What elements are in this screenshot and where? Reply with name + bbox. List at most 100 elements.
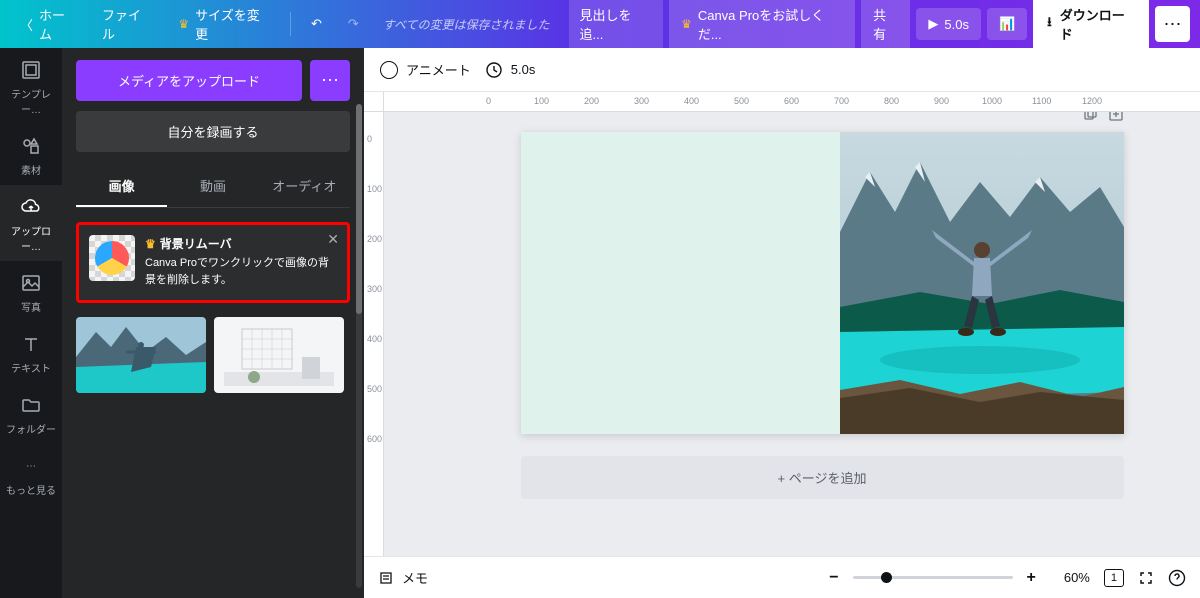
close-promo-button[interactable]: ✕: [327, 231, 339, 248]
upload-thumb[interactable]: [76, 317, 206, 393]
upload-media-button[interactable]: メディアをアップロード: [76, 60, 302, 101]
insights-button[interactable]: 📊: [987, 8, 1027, 40]
rail-label: テキスト: [11, 360, 51, 375]
download-label: ダウンロード: [1060, 5, 1135, 43]
panel-scrollbar[interactable]: [356, 104, 362, 588]
canvas-scroll[interactable]: + ページを追加: [384, 112, 1200, 556]
placed-image[interactable]: [840, 132, 1124, 434]
zoom-slider[interactable]: [853, 576, 1013, 579]
rail-label: もっと見る: [6, 482, 56, 497]
stage-wrapper: アニメート 5.0s 0 100 200 300 400 500 600 700…: [364, 48, 1200, 598]
duplicate-page-button[interactable]: [1082, 112, 1098, 122]
download-button[interactable]: ⭳ ダウンロード: [1033, 0, 1149, 51]
rail-folder[interactable]: フォルダー: [0, 383, 62, 444]
ellipsis-icon: ⋯: [1164, 14, 1182, 35]
uploaded-thumbnails: [76, 317, 350, 393]
ellipsis-icon: ⋯: [321, 70, 339, 91]
ruler-vertical: 0 100 200 300 400 500 600: [364, 112, 384, 556]
rail-more[interactable]: ⋯もっと見る: [0, 444, 62, 505]
add-page-bar[interactable]: + ページを追加: [521, 456, 1124, 499]
resize-button[interactable]: ♛ サイズを変更: [168, 0, 280, 49]
rail-photos[interactable]: 写真: [0, 261, 62, 322]
animate-icon: [380, 61, 398, 79]
download-icon: ⭳: [1047, 13, 1052, 35]
rail-label: 素材: [21, 162, 41, 177]
redo-icon: ↷: [348, 16, 359, 32]
chevron-left-icon: 〈: [20, 15, 33, 34]
save-status: すべての変更は保存されました: [375, 16, 558, 33]
play-time-label: 5.0s: [944, 17, 969, 32]
cloud-upload-icon: [19, 195, 43, 219]
zoom-out-button[interactable]: −: [829, 569, 838, 587]
design-title-input[interactable]: 見出しを追...: [569, 0, 663, 50]
try-pro-label: Canva Proをお試しくだ...: [698, 5, 843, 43]
color-ball-icon: [95, 241, 129, 275]
promo-thumbnail: [89, 235, 135, 281]
duration-button[interactable]: 5.0s: [485, 61, 536, 79]
animate-button[interactable]: アニメート: [380, 60, 471, 79]
ruler-horizontal: 0 100 200 300 400 500 600 700 800 900 10…: [384, 92, 1200, 112]
record-self-button[interactable]: 自分を録画する: [76, 111, 350, 152]
file-label: ファイル: [102, 5, 152, 43]
crown-icon: ♛: [681, 17, 692, 31]
zoom-level[interactable]: 60%: [1050, 570, 1090, 585]
design-page[interactable]: [521, 132, 1124, 434]
tab-video[interactable]: 動画: [167, 166, 258, 207]
play-icon: ▶: [928, 16, 938, 32]
home-label: ホーム: [39, 5, 76, 43]
redo-button[interactable]: ↷: [338, 10, 369, 38]
page-indicator[interactable]: 1: [1104, 569, 1124, 587]
rail-text[interactable]: テキスト: [0, 322, 62, 383]
upload-more-button[interactable]: ⋯: [310, 60, 350, 101]
app-body: テンプレー… 素材 アップロー… 写真 テキスト フォルダー ⋯もっと見る メデ…: [0, 48, 1200, 598]
undo-button[interactable]: ↶: [301, 10, 332, 38]
tab-audio[interactable]: オーディオ: [259, 166, 350, 207]
duration-label: 5.0s: [511, 62, 536, 77]
rail-label: テンプレー…: [2, 86, 60, 116]
memo-button[interactable]: メモ: [378, 568, 428, 587]
upload-thumb[interactable]: [214, 317, 344, 393]
rail-label: アップロー…: [2, 223, 60, 253]
media-tabs: 画像 動画 オーディオ: [76, 166, 350, 208]
template-icon: [19, 58, 43, 82]
image-icon: [19, 271, 43, 295]
resize-label: サイズを変更: [195, 5, 270, 43]
top-bar: 〈ホーム ファイル ♛ サイズを変更 ↶ ↷ すべての変更は保存されました 見出し…: [0, 0, 1200, 48]
try-pro-button[interactable]: ♛ Canva Proをお試しくだ...: [669, 0, 855, 51]
file-menu[interactable]: ファイル: [92, 0, 162, 49]
promo-desc: Canva Proでワンクリックで画像の背景を削除します。: [145, 255, 337, 288]
crown-icon: ♛: [178, 17, 189, 31]
bar-chart-icon: 📊: [999, 16, 1015, 32]
bg-remover-promo[interactable]: ♛背景リムーバ Canva Proでワンクリックで画像の背景を削除します。 ✕: [76, 222, 350, 303]
bottom-bar: メモ − + 60% 1: [364, 556, 1200, 598]
more-menu-button[interactable]: ⋯: [1155, 6, 1190, 42]
ruler-corner: [364, 92, 384, 112]
side-rail: テンプレー… 素材 アップロー… 写真 テキスト フォルダー ⋯もっと見る: [0, 48, 62, 598]
rail-upload[interactable]: アップロー…: [0, 185, 62, 261]
fullscreen-button[interactable]: [1138, 570, 1154, 586]
tab-image[interactable]: 画像: [76, 166, 167, 207]
play-button[interactable]: ▶ 5.0s: [916, 8, 981, 40]
clock-icon: [485, 61, 503, 79]
upload-panel: メディアをアップロード ⋯ 自分を録画する 画像 動画 オーディオ ♛背景リムー…: [62, 48, 364, 598]
separator: [290, 12, 291, 36]
rail-template[interactable]: テンプレー…: [0, 48, 62, 124]
rail-label: 写真: [21, 299, 41, 314]
context-toolbar: アニメート 5.0s: [364, 48, 1200, 92]
back-button[interactable]: 〈ホーム: [10, 0, 86, 49]
close-icon: ✕: [327, 231, 339, 247]
canvas-area: 0 100 200 300 400 500 600 700 800 900 10…: [364, 92, 1200, 556]
rail-elements[interactable]: 素材: [0, 124, 62, 185]
scrollbar-thumb[interactable]: [356, 104, 362, 314]
zoom-in-button[interactable]: +: [1027, 569, 1036, 587]
add-page-button[interactable]: [1108, 112, 1124, 122]
help-button[interactable]: [1168, 569, 1186, 587]
crown-icon: ♛: [145, 235, 156, 253]
folder-icon: [19, 393, 43, 417]
promo-title-label: 背景リムーバ: [160, 235, 232, 253]
zoom-slider-thumb[interactable]: [881, 572, 892, 583]
memo-label: メモ: [402, 568, 428, 587]
rail-label: フォルダー: [6, 421, 56, 436]
notes-icon: [378, 570, 394, 586]
share-button[interactable]: 共有: [861, 0, 910, 51]
